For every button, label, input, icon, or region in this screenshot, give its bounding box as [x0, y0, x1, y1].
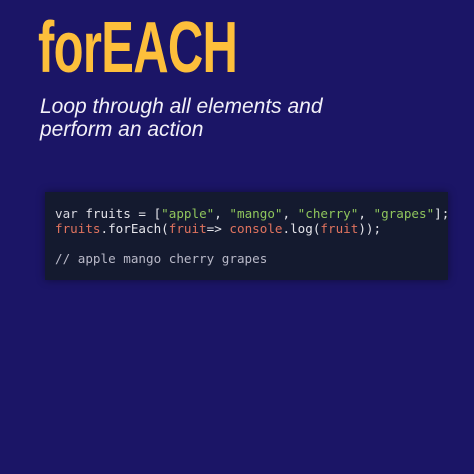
code-token: => — [206, 221, 230, 236]
code-line-foreach: fruits.forEach(fruit=> console.log(fruit… — [55, 221, 381, 236]
code-token: "mango" — [229, 206, 283, 221]
code-token: var — [55, 206, 78, 221]
code-token: ]; — [434, 206, 450, 221]
code-comment-output: // apple mango cherry grapes — [55, 251, 268, 266]
code-token: fruit — [320, 221, 359, 236]
code-token: "grapes" — [373, 206, 435, 221]
code-token: , — [358, 206, 374, 221]
code-token: .forEach( — [100, 221, 169, 236]
code-token: fruits = [ — [77, 206, 162, 221]
code-token: fruits — [55, 221, 101, 236]
subtitle: Loop through all elements and perform an… — [40, 95, 323, 141]
code-block: var fruits = ["apple", "mango", "cherry"… — [45, 192, 449, 280]
code-token: .log( — [282, 221, 321, 236]
code-line-declaration: var fruits = ["apple", "mango", "cherry"… — [55, 206, 449, 221]
code-token: console — [229, 221, 283, 236]
code-token: , — [282, 206, 298, 221]
code-token: "cherry" — [297, 206, 359, 221]
code-token: , — [214, 206, 230, 221]
code-token: "apple" — [161, 206, 215, 221]
code-token: fruit — [168, 221, 207, 236]
code-token: )); — [358, 221, 382, 236]
page-title: forEACH — [38, 8, 238, 88]
